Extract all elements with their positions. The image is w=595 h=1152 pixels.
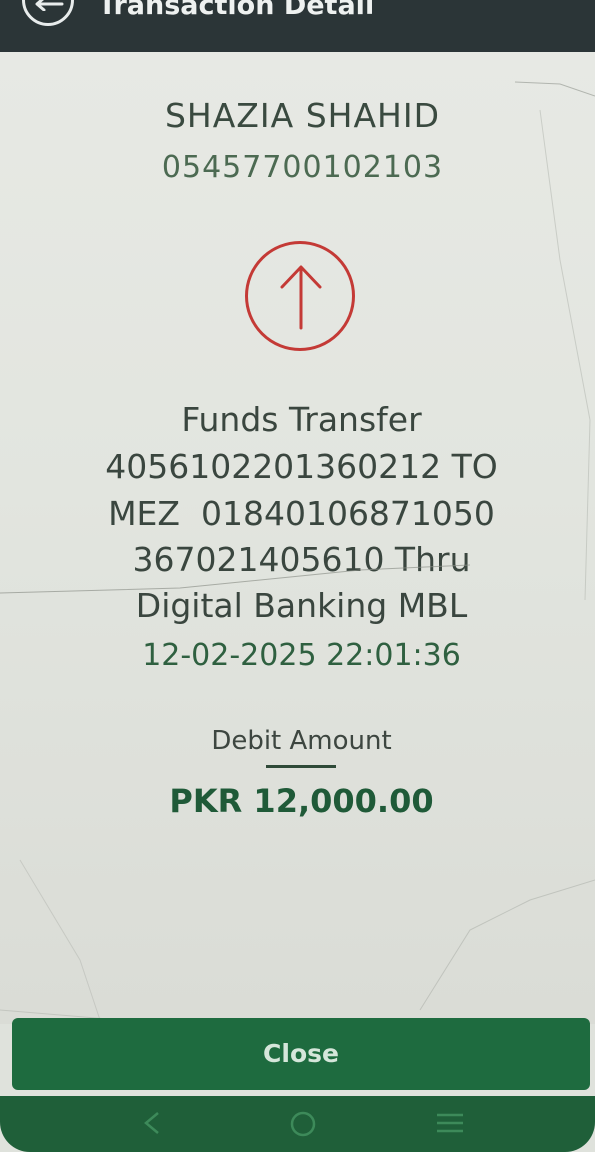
transaction-datetime: 12-02-2025 22:01:36: [142, 638, 461, 673]
close-button[interactable]: Close: [12, 1018, 590, 1090]
description-line-4: 367021405610 Thru: [132, 540, 471, 579]
arrow-up-icon: [245, 241, 355, 351]
description-line-3: MEZ 01840106871050: [108, 494, 495, 533]
system-nav-bar: [0, 1096, 595, 1152]
amount-value: PKR 12,000.00: [169, 782, 434, 820]
transaction-detail-screen: Transaction Detail SHAZIA SHAHID 0545770…: [0, 0, 595, 1152]
account-name: SHAZIA SHAHID: [164, 96, 441, 135]
arrow-left-icon: [35, 0, 64, 11]
transaction-card: SHAZIA SHAHID 05457700102103 Funds Trans…: [0, 52, 595, 1024]
amount-divider: [266, 765, 336, 768]
menu-nav-icon[interactable]: [434, 1110, 466, 1140]
app-bar: Transaction Detail: [0, 0, 595, 52]
account-number: 05457700102103: [161, 150, 444, 185]
back-nav-icon[interactable]: [140, 1110, 164, 1140]
description-line-2: 4056102201360212 TO: [105, 447, 498, 486]
home-nav-icon[interactable]: [288, 1110, 318, 1142]
description-line-5: Digital Banking MBL: [135, 586, 468, 625]
amount-label: Debit Amount: [211, 726, 392, 756]
description-line-1: Funds Transfer: [181, 400, 422, 439]
back-button[interactable]: [22, 0, 74, 26]
page-title: Transaction Detail: [98, 0, 375, 21]
